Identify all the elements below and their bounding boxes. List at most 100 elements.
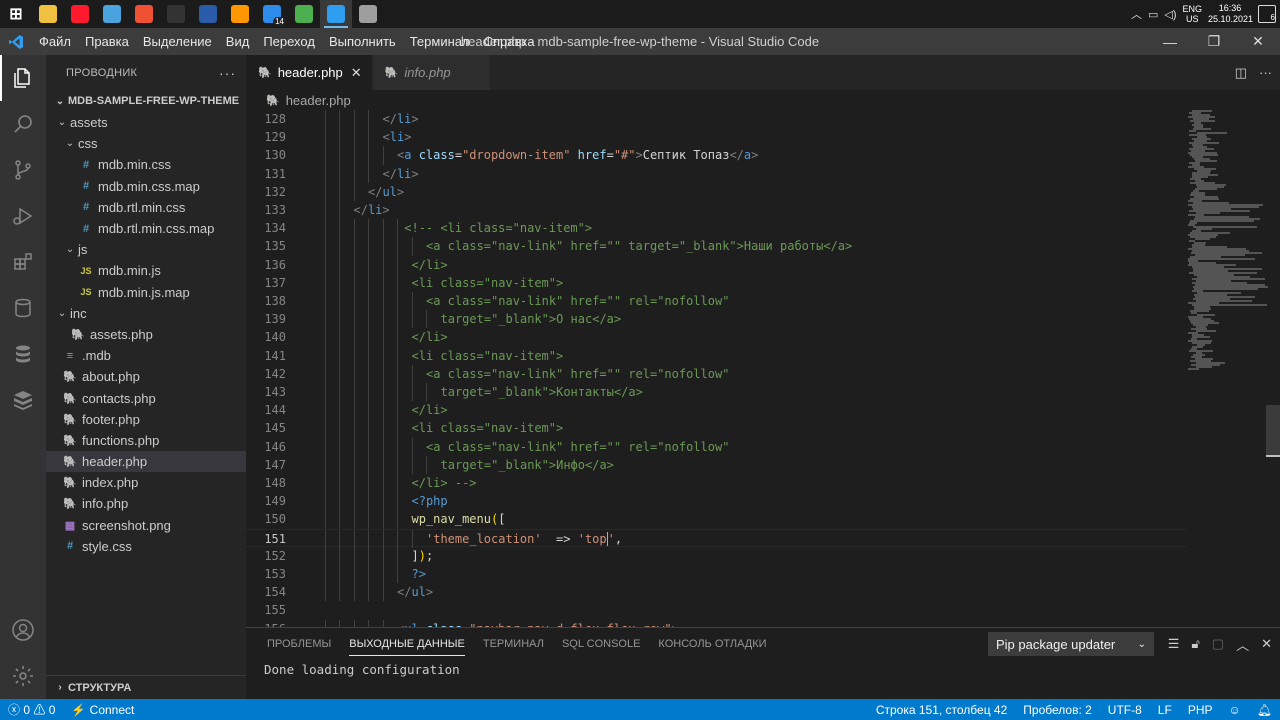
scrollbar-thumb[interactable] bbox=[1266, 405, 1280, 455]
menu-item[interactable]: Переход bbox=[256, 28, 322, 55]
account-icon[interactable] bbox=[0, 607, 46, 653]
folder-item[interactable]: ⌄ css bbox=[46, 133, 246, 154]
file-item[interactable]: JS mdb.min.js.map bbox=[46, 282, 246, 303]
file-item[interactable]: # mdb.min.css.map bbox=[46, 176, 246, 197]
language-mode[interactable]: PHP bbox=[1180, 703, 1221, 717]
terminal-icon[interactable] bbox=[160, 0, 192, 28]
tab-info-php[interactable]: 🐘 info.php bbox=[372, 55, 491, 90]
file-item[interactable]: 🐘 info.php bbox=[46, 493, 246, 514]
cursor-position[interactable]: Строка 151, столбец 42 bbox=[868, 703, 1015, 717]
indentation[interactable]: Пробелов: 2 bbox=[1015, 703, 1100, 717]
file-item[interactable]: 🐘 about.php bbox=[46, 366, 246, 387]
menu-item[interactable]: Справка bbox=[477, 28, 542, 55]
more-actions-icon[interactable]: ··· bbox=[1259, 65, 1272, 80]
minimap[interactable] bbox=[1186, 110, 1268, 627]
close-window-button[interactable]: ✕ bbox=[1236, 28, 1280, 55]
indent-guide bbox=[324, 164, 326, 183]
file-item[interactable]: 🐘 footer.php bbox=[46, 409, 246, 430]
project-root-folder[interactable]: ⌄ MDB-SAMPLE-FREE-WP-THEME bbox=[46, 90, 246, 112]
windows-start-icon[interactable]: ⊞ bbox=[0, 0, 32, 28]
indent-guide bbox=[411, 310, 413, 329]
tree-item-label: screenshot.png bbox=[82, 517, 171, 533]
editor-scrollbar[interactable] bbox=[1266, 110, 1280, 627]
breadcrumb-file[interactable]: header.php bbox=[286, 93, 351, 108]
minimize-button[interactable]: — bbox=[1148, 28, 1192, 55]
tree-item-label: mdb.rtl.min.css bbox=[98, 199, 186, 215]
file-item[interactable]: # style.css bbox=[46, 536, 246, 557]
panel-tab[interactable]: КОНСОЛЬ ОТЛАДКИ bbox=[649, 628, 775, 660]
file-item[interactable]: 🐘 header.php bbox=[46, 451, 246, 473]
file-item[interactable]: # mdb.rtl.min.css.map bbox=[46, 218, 246, 239]
encoding[interactable]: UTF-8 bbox=[1100, 703, 1150, 717]
database-icon[interactable] bbox=[0, 285, 46, 331]
app-window-icon[interactable] bbox=[352, 0, 384, 28]
notifications-bell-icon[interactable]: 🔔︎ bbox=[1249, 703, 1280, 717]
file-explorer-icon[interactable] bbox=[32, 0, 64, 28]
volume-icon[interactable]: ◁) bbox=[1164, 8, 1176, 21]
file-item[interactable]: # mdb.rtl.min.css bbox=[46, 197, 246, 218]
tab-header-php[interactable]: 🐘 header.php ✕ bbox=[246, 55, 373, 90]
menu-item[interactable]: Выполнить bbox=[322, 28, 403, 55]
close-panel-icon[interactable]: ✕ bbox=[1261, 636, 1272, 652]
panel-tab[interactable]: ПРОБЛЕМЫ bbox=[258, 628, 340, 660]
check-app-icon[interactable]: 14 bbox=[256, 0, 288, 28]
sublime-icon[interactable] bbox=[224, 0, 256, 28]
connect-button[interactable]: ⚡ Connect bbox=[63, 703, 142, 717]
outline-section-header[interactable]: › СТРУКТУРА bbox=[46, 675, 246, 699]
opera-icon-glyph bbox=[71, 5, 89, 23]
clear-output-icon[interactable]: ☰ bbox=[1168, 636, 1180, 652]
file-item[interactable]: JS mdb.min.js bbox=[46, 260, 246, 281]
packages-icon[interactable] bbox=[0, 377, 46, 423]
file-item[interactable]: 🐘 index.php bbox=[46, 472, 246, 493]
menu-item[interactable]: Правка bbox=[78, 28, 136, 55]
panel-tab[interactable]: SQL CONSOLE bbox=[553, 628, 649, 660]
panel-tab[interactable]: ВЫХОДНЫЕ ДАННЫЕ bbox=[340, 628, 474, 660]
menu-item[interactable]: Выделение bbox=[136, 28, 219, 55]
split-editor-icon[interactable]: ◫ bbox=[1235, 65, 1247, 81]
restore-button[interactable]: ❐ bbox=[1192, 28, 1236, 55]
search-icon[interactable] bbox=[0, 101, 46, 147]
language-indicator[interactable]: ENG US bbox=[1182, 4, 1202, 24]
lock-icon[interactable]: 🔓︎ bbox=[1191, 636, 1199, 652]
vscode-icon[interactable] bbox=[320, 0, 352, 28]
file-item[interactable]: # mdb.min.css bbox=[46, 154, 246, 175]
network-icon[interactable]: ▭ bbox=[1148, 8, 1158, 21]
sql-tools-icon[interactable] bbox=[0, 331, 46, 377]
clock[interactable]: 16:36 25.10.2021 bbox=[1208, 3, 1253, 25]
folder-item[interactable]: ⌄ assets bbox=[46, 112, 246, 133]
file-item[interactable]: ≡ .mdb bbox=[46, 345, 246, 366]
chevron-up-icon[interactable]: ︿ bbox=[1131, 6, 1142, 22]
b-app-icon[interactable] bbox=[192, 0, 224, 28]
menu-item[interactable]: Вид bbox=[219, 28, 257, 55]
output-channel-select[interactable]: Pip package updater ⌄ bbox=[988, 632, 1154, 656]
git-icon[interactable] bbox=[128, 0, 160, 28]
file-item[interactable]: ▦ screenshot.png bbox=[46, 515, 246, 536]
panel-tab[interactable]: ТЕРМИНАЛ bbox=[474, 628, 553, 660]
vscode-logo-icon bbox=[0, 28, 32, 55]
more-actions-icon[interactable]: ··· bbox=[219, 65, 236, 81]
open-log-icon[interactable]: ▢ bbox=[1212, 636, 1224, 652]
folder-item[interactable]: ⌄ inc bbox=[46, 303, 246, 324]
problems-indicator[interactable]: ⓧ 0 ⚠ 0 bbox=[0, 701, 63, 718]
maximize-panel-icon[interactable]: ︿ bbox=[1236, 635, 1249, 654]
close-tab-icon[interactable]: ✕ bbox=[351, 65, 362, 81]
settings-gear-icon[interactable] bbox=[0, 653, 46, 699]
source-control-icon[interactable] bbox=[0, 147, 46, 193]
explorer-icon[interactable] bbox=[0, 55, 46, 101]
feedback-icon[interactable]: ☺ bbox=[1221, 703, 1249, 717]
notification-center-icon[interactable]: 6 bbox=[1258, 5, 1276, 23]
code-editor[interactable]: 128 </li> 129 <li> 130 <a class="dropdown-ite… bbox=[246, 110, 1186, 627]
extensions-icon[interactable] bbox=[0, 239, 46, 285]
menu-item[interactable]: Терминал bbox=[403, 28, 477, 55]
run-debug-icon[interactable] bbox=[0, 193, 46, 239]
opera-icon[interactable] bbox=[64, 0, 96, 28]
chrome-icon[interactable] bbox=[288, 0, 320, 28]
file-item[interactable]: 🐘 functions.php bbox=[46, 430, 246, 451]
indent-guide bbox=[324, 474, 326, 493]
end-of-line[interactable]: LF bbox=[1150, 703, 1180, 717]
file-item[interactable]: 🐘 contacts.php bbox=[46, 387, 246, 408]
menu-item[interactable]: Файл bbox=[32, 28, 78, 55]
notepad-icon[interactable] bbox=[96, 0, 128, 28]
folder-item[interactable]: ⌄ js bbox=[46, 239, 246, 260]
file-item[interactable]: 🐘 assets.php bbox=[46, 324, 246, 345]
